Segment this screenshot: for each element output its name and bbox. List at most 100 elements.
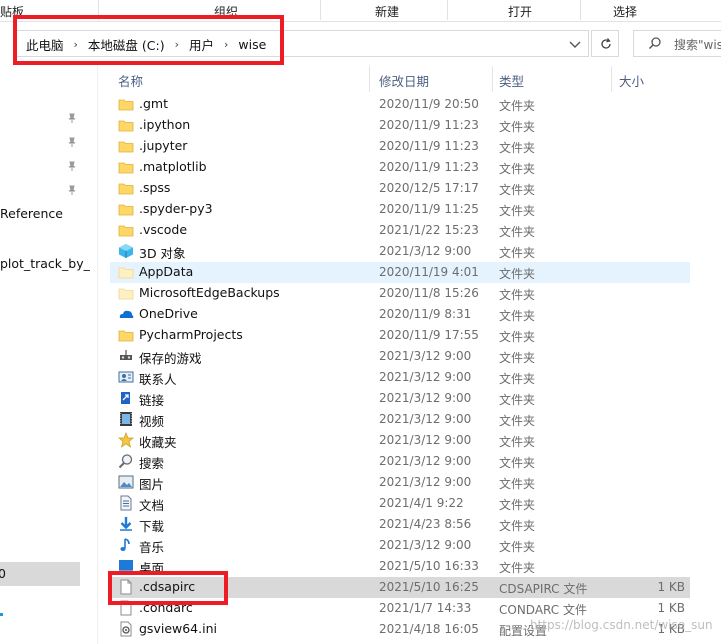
breadcrumb-wise[interactable]: wise xyxy=(238,37,266,52)
file-type: 文件夹 xyxy=(499,330,536,344)
file-name: MicrosoftEdgeBackups xyxy=(139,285,280,300)
file-size: 1 KB xyxy=(657,601,685,615)
file-row[interactable]: 搜索 2021/3/12 9:00 文件夹 xyxy=(110,451,690,472)
folder-icon xyxy=(118,330,134,342)
file-rows: .gmt 2020/11/9 20:50 文件夹 .ipython 2020/11/9 … xyxy=(110,94,721,640)
column-header-size[interactable]: 大小 xyxy=(619,71,644,90)
nav-item-selected[interactable] xyxy=(0,562,80,586)
ribbon-group-bar: 贴板 组织 新建 打开 选择 xyxy=(0,0,721,22)
file-row[interactable]: 下载 2021/4/23 8:56 文件夹 xyxy=(110,514,690,535)
file-date: 2021/3/12 9:00 xyxy=(379,244,472,258)
file-row[interactable]: 桌面 2021/5/10 16:33 文件夹 xyxy=(110,556,690,577)
file-name: 下载 xyxy=(139,519,165,534)
ribbon-group-clipboard[interactable]: 贴板 xyxy=(0,3,24,20)
file-row[interactable]: .ipython 2020/11/9 11:23 文件夹 xyxy=(110,115,690,136)
file-row[interactable]: 保存的游戏 2021/3/12 9:00 文件夹 xyxy=(110,346,690,367)
ribbon-group-organize[interactable]: 组织 xyxy=(214,3,238,20)
ribbon-group-new[interactable]: 新建 xyxy=(375,3,399,20)
column-header-type[interactable]: 类型 xyxy=(499,71,524,90)
navigation-pane: Reference plot_track_by_ 0 xyxy=(0,66,92,644)
column-header-date[interactable]: 修改日期 xyxy=(379,71,429,90)
breadcrumb-this-pc[interactable]: 此电脑 xyxy=(26,35,64,54)
file-row[interactable]: .spyder-py3 2020/11/9 11:25 文件夹 xyxy=(110,199,690,220)
chevron-right-icon[interactable]: › xyxy=(224,38,228,51)
file-date: 2020/11/9 11:23 xyxy=(379,118,479,132)
saved-games-icon xyxy=(120,350,132,360)
file-row[interactable]: .matplotlib 2020/11/9 11:23 文件夹 xyxy=(110,157,690,178)
column-divider[interactable] xyxy=(492,66,493,92)
file-date: 2021/1/7 14:33 xyxy=(379,601,472,615)
file-name: .matplotlib xyxy=(139,159,207,174)
file-row[interactable]: .jupyter 2020/11/9 11:23 文件夹 xyxy=(110,136,690,157)
file-date: 2021/3/12 9:00 xyxy=(379,370,472,384)
search-input[interactable]: 搜索"wis xyxy=(633,30,721,57)
file-date: 2021/4/18 16:05 xyxy=(379,622,479,636)
file-name: .cdsapirc xyxy=(139,579,196,594)
file-name: 链接 xyxy=(139,393,165,408)
file-date: 2021/4/23 8:56 xyxy=(379,517,472,531)
pin-icon[interactable] xyxy=(66,184,78,196)
ribbon-group-open[interactable]: 打开 xyxy=(508,3,532,20)
file-row[interactable]: 音乐 2021/3/12 9:00 文件夹 xyxy=(110,535,690,556)
file-type: 文件夹 xyxy=(499,393,536,407)
folder-faded-icon xyxy=(118,288,134,300)
nav-item-plot-track[interactable]: plot_track_by_ xyxy=(0,256,90,271)
refresh-button[interactable] xyxy=(591,30,619,57)
nav-indicator xyxy=(0,613,3,616)
searches-icon xyxy=(118,454,133,469)
file-type: 文件夹 xyxy=(499,414,536,428)
file-row[interactable]: .spss 2020/12/5 17:17 文件夹 xyxy=(110,178,690,199)
file-row[interactable]: .condarc 2021/1/7 14:33 CONDARC 文件 1 KB xyxy=(110,598,690,619)
file-date: 2021/3/12 9:00 xyxy=(379,538,472,552)
chevron-right-icon[interactable]: › xyxy=(175,38,179,51)
breadcrumb-local-disk[interactable]: 本地磁盘 (C:) xyxy=(88,35,165,54)
chevron-right-icon[interactable]: › xyxy=(74,38,78,51)
file-row[interactable]: 联系人 2021/3/12 9:00 文件夹 xyxy=(110,367,690,388)
column-divider[interactable] xyxy=(611,66,612,92)
column-header-name[interactable]: 名称 xyxy=(118,71,143,90)
file-type: CONDARC 文件 xyxy=(499,603,587,617)
watermark: https://blog.csdn.net/wise_sun xyxy=(530,618,713,632)
file-row[interactable]: 3D 对象 2021/3/12 9:00 文件夹 xyxy=(110,241,690,262)
file-date: 2020/11/19 4:01 xyxy=(379,265,479,279)
file-row[interactable]: .gmt 2020/11/9 20:50 文件夹 xyxy=(110,94,690,115)
file-name: gsview64.ini xyxy=(139,621,217,636)
file-row[interactable]: .cdsapirc 2021/5/10 16:25 CDSAPIRC 文件 1 KB xyxy=(110,577,690,598)
pane-divider[interactable] xyxy=(97,66,98,644)
file-row[interactable]: 文档 2021/4/1 9:22 文件夹 xyxy=(110,493,690,514)
nav-item-reference[interactable]: Reference xyxy=(0,206,63,221)
file-type: 文件夹 xyxy=(499,561,536,575)
file-row[interactable]: AppData 2020/11/19 4:01 文件夹 xyxy=(110,262,690,283)
ribbon-divider xyxy=(447,0,448,20)
address-bar[interactable]: 此电脑 › 本地磁盘 (C:) › 用户 › wise xyxy=(16,30,589,57)
file-row[interactable]: PycharmProjects 2020/11/9 17:55 文件夹 xyxy=(110,325,690,346)
ribbon-divider xyxy=(98,0,99,20)
folder-icon xyxy=(118,183,134,195)
file-row[interactable]: 链接 2021/3/12 9:00 文件夹 xyxy=(110,388,690,409)
file-name: 视频 xyxy=(139,414,165,429)
file-type: 文件夹 xyxy=(499,372,536,386)
file-type: 文件夹 xyxy=(499,162,536,176)
breadcrumb-users[interactable]: 用户 xyxy=(189,35,214,54)
pin-icon[interactable] xyxy=(66,160,78,172)
chevron-down-icon[interactable] xyxy=(567,36,583,52)
file-row[interactable]: .vscode 2021/1/22 15:23 文件夹 xyxy=(110,220,690,241)
file-type: 文件夹 xyxy=(499,456,536,470)
file-row[interactable]: MicrosoftEdgeBackups 2020/11/8 15:26 文件夹 xyxy=(110,283,690,304)
pin-icon[interactable] xyxy=(66,136,78,148)
documents-icon xyxy=(120,495,132,511)
file-row[interactable]: OneDrive 2020/11/9 8:31 文件夹 xyxy=(110,304,690,325)
file-name: .spss xyxy=(139,180,171,195)
file-type: 文件夹 xyxy=(499,309,536,323)
file-date: 2021/3/12 9:00 xyxy=(379,412,472,426)
ribbon-group-select[interactable]: 选择 xyxy=(613,3,637,20)
column-divider[interactable] xyxy=(369,66,370,92)
links-icon xyxy=(121,392,130,404)
file-row[interactable]: 视频 2021/3/12 9:00 文件夹 xyxy=(110,409,690,430)
file-row[interactable]: 收藏夹 2021/3/12 9:00 文件夹 xyxy=(110,430,690,451)
file-name: AppData xyxy=(139,264,194,279)
pin-icon[interactable] xyxy=(66,112,78,124)
file-name: 3D 对象 xyxy=(139,246,186,261)
file-row[interactable]: 图片 2021/3/12 9:00 文件夹 xyxy=(110,472,690,493)
file-date: 2021/3/12 9:00 xyxy=(379,433,472,447)
